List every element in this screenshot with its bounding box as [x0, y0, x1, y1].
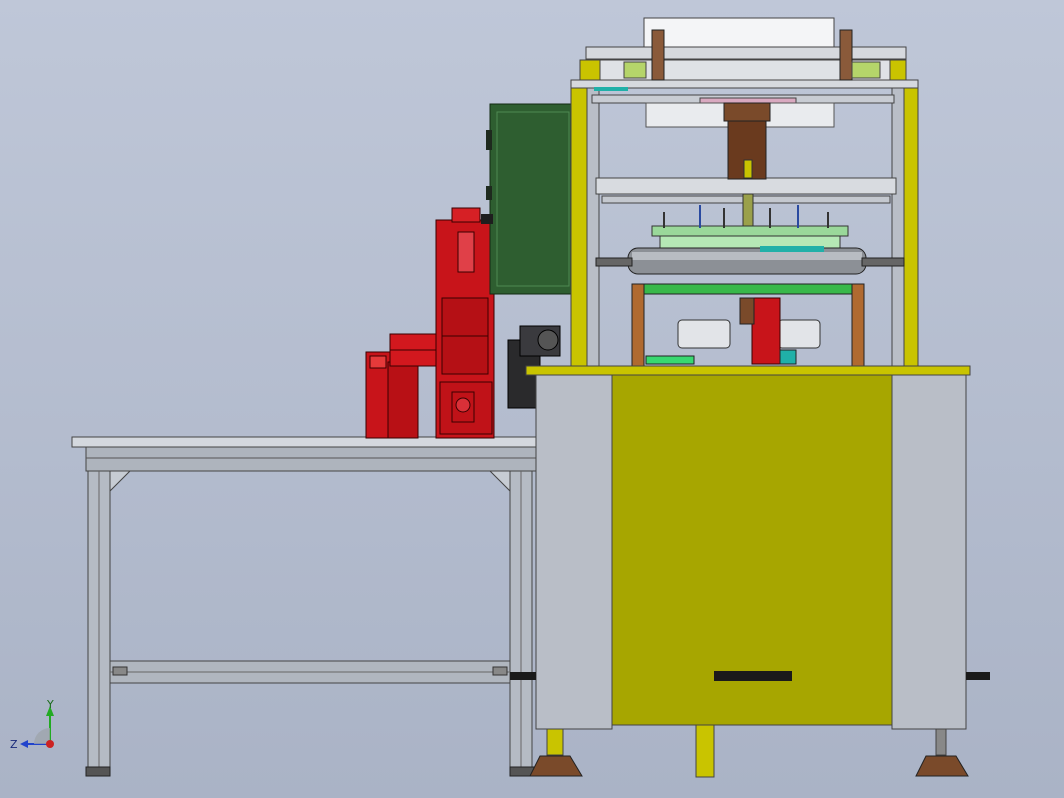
leveling-feet [529, 728, 969, 777]
working-platform [631, 283, 865, 367]
cad-viewport[interactable]: Y Z [0, 0, 1064, 798]
machine-drawing: Y Z [10, 17, 990, 778]
upper-frame [570, 79, 919, 369]
coordinate-triad: Y Z [10, 698, 54, 751]
aluminum-profile-table [71, 436, 543, 777]
origin-marker [46, 740, 54, 748]
z-axis-label: Z [10, 738, 18, 751]
electrical-control-box [481, 103, 577, 295]
y-axis-label: Y [46, 698, 54, 711]
red-motor-drive-unit [365, 207, 495, 439]
film-roll-holder [579, 17, 907, 81]
base-cabinet [510, 365, 990, 778]
